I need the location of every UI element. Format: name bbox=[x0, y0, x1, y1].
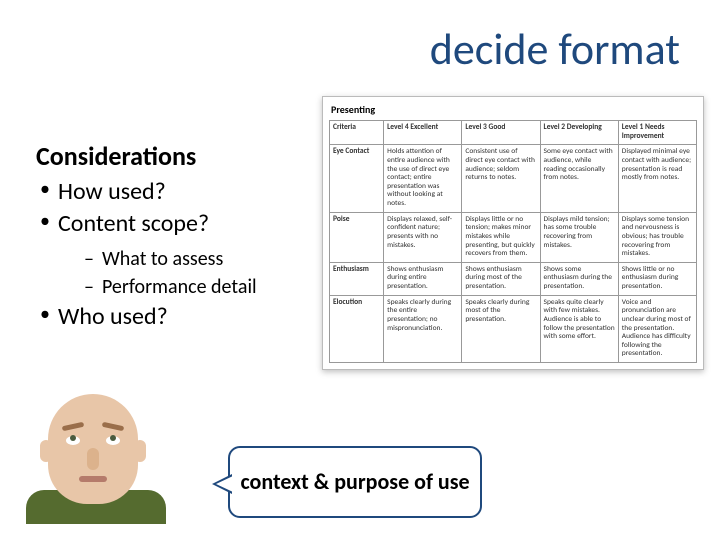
header-level-1: Level 1 Needs Improvement bbox=[618, 121, 696, 145]
considerations-list: How used? Content scope? What to assess … bbox=[36, 176, 316, 333]
ear-icon bbox=[40, 440, 52, 462]
cell: Displays little or no tension; makes min… bbox=[462, 212, 540, 262]
rubric-row-enthusiasm: Enthusiasm Shows enthusiasm during entir… bbox=[330, 262, 697, 295]
header-level-3: Level 3 Good bbox=[462, 121, 540, 145]
cell: Shows enthusiasm during entire presentat… bbox=[384, 262, 462, 295]
row-label: Poise bbox=[330, 212, 384, 262]
row-label: Elocution bbox=[330, 295, 384, 362]
cell: Shows little or no enthusiasm during pre… bbox=[618, 262, 696, 295]
cell: Speaks clearly during the entire present… bbox=[384, 295, 462, 362]
considerations-block: Considerations How used? Content scope? … bbox=[36, 140, 316, 333]
cell: Voice and pronunciation are unclear duri… bbox=[618, 295, 696, 362]
speech-callout: context & purpose of use bbox=[228, 446, 482, 518]
cell: Consistent use of direct eye contact wit… bbox=[462, 145, 540, 212]
cell: Speaks clearly during most of the presen… bbox=[462, 295, 540, 362]
callout-text: context & purpose of use bbox=[240, 469, 469, 494]
sub-performance-detail: Performance detail bbox=[58, 273, 316, 301]
rubric-row-eye-contact: Eye Contact Holds attention of entire au… bbox=[330, 145, 697, 212]
header-level-4: Level 4 Excellent bbox=[384, 121, 462, 145]
slide-title: decide format bbox=[430, 22, 680, 76]
content-scope-sublist: What to assess Performance detail bbox=[58, 245, 316, 301]
rubric-image: Presenting Criteria Level 4 Excellent Le… bbox=[322, 96, 704, 370]
cell: Speaks quite clearly with few mistakes. … bbox=[540, 295, 618, 362]
cell: Displays some tension and nervousness is… bbox=[618, 212, 696, 262]
cell: Displayed minimal eye contact with audie… bbox=[618, 145, 696, 212]
person-image bbox=[26, 394, 166, 524]
cell: Shows some enthusiasm during the present… bbox=[540, 262, 618, 295]
ear-icon bbox=[134, 440, 146, 462]
cell: Some eye contact with audience, while re… bbox=[540, 145, 618, 212]
header-criteria: Criteria bbox=[330, 121, 384, 145]
cell: Displays mild tension; has some trouble … bbox=[540, 212, 618, 262]
considerations-heading: Considerations bbox=[36, 140, 316, 172]
sub-what-to-assess: What to assess bbox=[58, 245, 316, 273]
mouth-icon bbox=[79, 476, 107, 482]
cell: Holds attention of entire audience with … bbox=[384, 145, 462, 212]
person-head bbox=[48, 394, 138, 504]
nose-icon bbox=[87, 448, 99, 470]
bullet-content-scope: Content scope? What to assess Performanc… bbox=[36, 208, 316, 300]
cell: Displays relaxed, self-confident nature;… bbox=[384, 212, 462, 262]
eyebrow-icon bbox=[102, 422, 125, 431]
rubric-title: Presenting bbox=[329, 103, 697, 116]
eyebrow-icon bbox=[62, 422, 85, 431]
row-label: Eye Contact bbox=[330, 145, 384, 212]
bullet-who-used: Who used? bbox=[36, 301, 316, 333]
bullet-how-used: How used? bbox=[36, 176, 316, 208]
rubric-header-row: Criteria Level 4 Excellent Level 3 Good … bbox=[330, 121, 697, 145]
header-level-2: Level 2 Developing bbox=[540, 121, 618, 145]
bullet-content-scope-label: Content scope? bbox=[58, 209, 209, 238]
rubric-row-elocution: Elocution Speaks clearly during the enti… bbox=[330, 295, 697, 362]
cell: Shows enthusiasm during most of the pres… bbox=[462, 262, 540, 295]
eye-icon bbox=[106, 436, 120, 445]
eye-icon bbox=[66, 436, 80, 445]
rubric-table: Criteria Level 4 Excellent Level 3 Good … bbox=[329, 120, 697, 363]
rubric-row-poise: Poise Displays relaxed, self-confident n… bbox=[330, 212, 697, 262]
row-label: Enthusiasm bbox=[330, 262, 384, 295]
